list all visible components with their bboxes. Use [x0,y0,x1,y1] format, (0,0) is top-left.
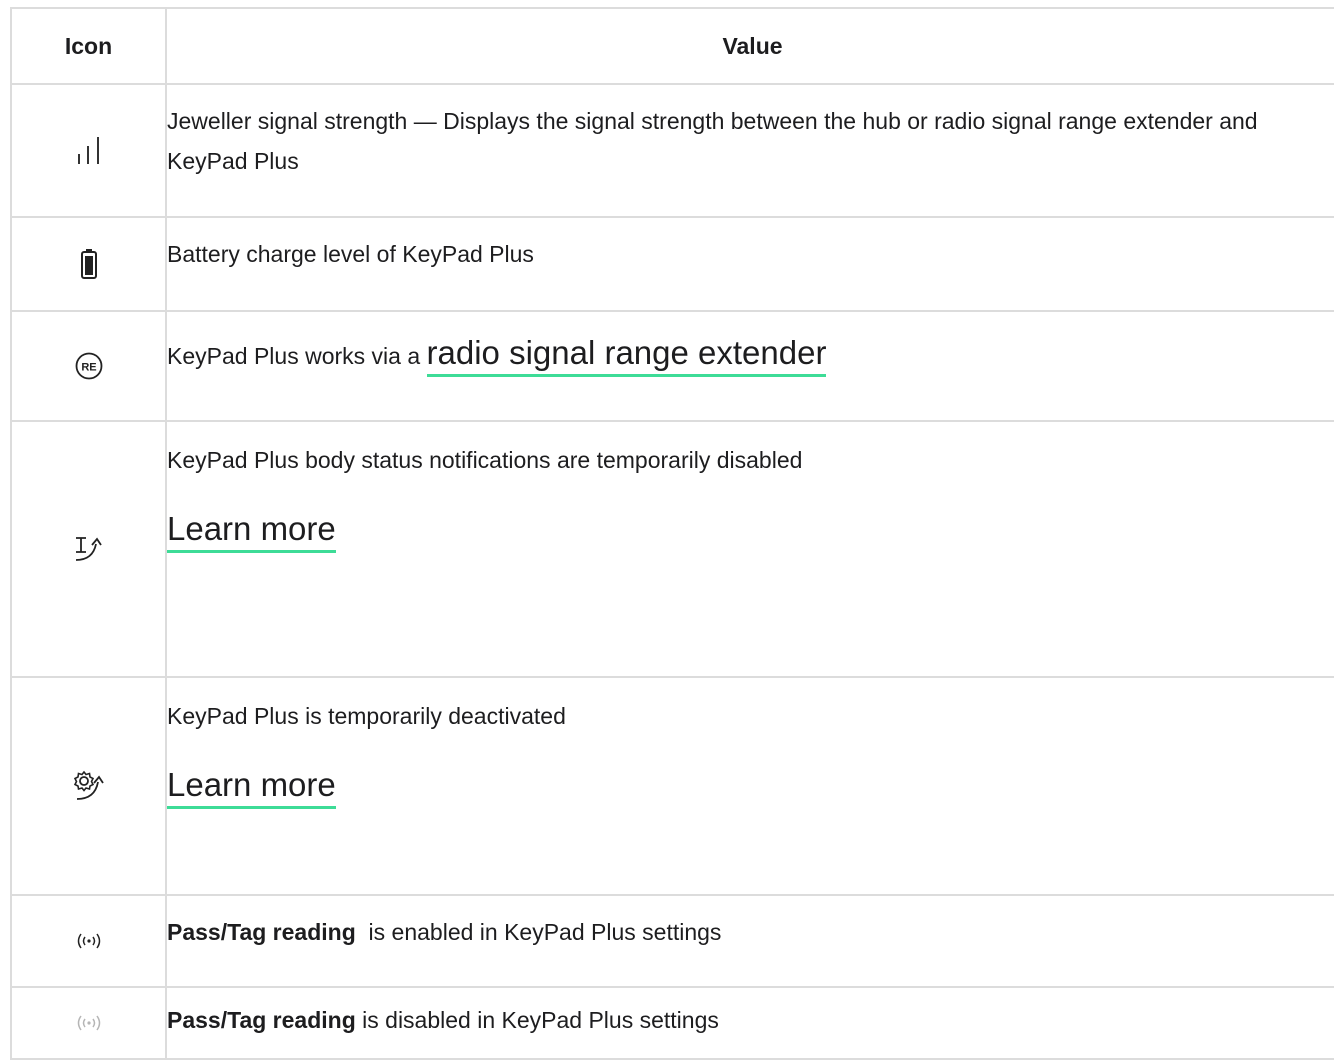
table-row: Jeweller signal strength — Displays the … [10,83,1334,218]
row-text: is disabled in KeyPad Plus settings [355,1007,719,1033]
icons-table: Icon Value Jeweller signal strength — Di… [10,7,1334,1060]
row-text: is enabled in KeyPad Plus settings [355,919,722,945]
table-row: Battery charge level of KeyPad Plus [10,216,1334,312]
row-text: KeyPad Plus body status notifications ar… [167,447,803,473]
row-text: KeyPad Plus is temporarily deactivated [167,703,566,729]
row-text: KeyPad Plus works via a [167,343,427,369]
header-value: Value [165,7,1334,85]
pass-tag-enabled-icon [74,932,104,949]
svg-text:RE: RE [81,362,96,374]
header-icon: Icon [10,7,167,85]
row-bold-label: Pass/Tag reading [167,1007,356,1033]
table-row: Pass/Tag reading is disabled in KeyPad P… [10,986,1334,1060]
table-row: KeyPad Plus is temporarily deactivated L… [10,676,1334,896]
table-header-row: Icon Value [10,7,1334,85]
signal-strength-icon [76,136,102,164]
table-row: KeyPad Plus body status notifications ar… [10,420,1334,678]
table-row: RE KeyPad Plus works via a radio signal … [10,310,1334,422]
learn-more-link[interactable]: Learn more [167,510,336,553]
range-extender-icon: RE [75,352,103,380]
deactivated-gear-icon [71,770,107,800]
learn-more-link[interactable]: Learn more [167,766,336,809]
table-row: Pass/Tag reading is enabled in KeyPad Pl… [10,894,1334,988]
battery-icon [80,249,97,279]
range-extender-link[interactable]: radio signal range extender [426,334,827,377]
row-text: Jeweller signal strength — Displays the … [167,108,1258,174]
body-status-disabled-icon [72,537,106,561]
row-text: Battery charge level of KeyPad Plus [167,241,534,267]
row-bold-label: Pass/Tag reading [167,919,356,945]
pass-tag-disabled-icon [74,1014,104,1031]
